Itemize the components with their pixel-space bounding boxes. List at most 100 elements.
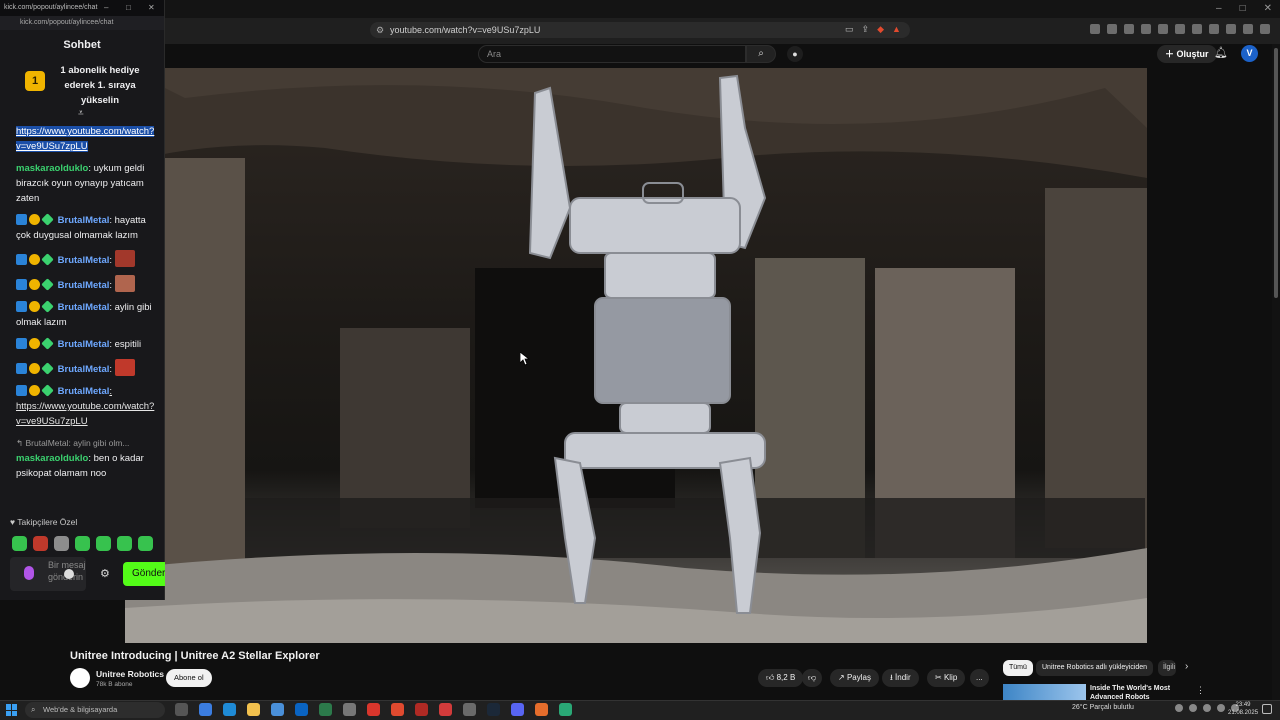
app-icon[interactable] (535, 703, 548, 716)
weather-widget[interactable]: 26°C Parçalı bulutlu (1072, 704, 1134, 711)
chip-related[interactable]: İlgili (1158, 660, 1176, 676)
search-input[interactable]: Ara (478, 45, 746, 63)
share-button[interactable]: ↗ Paylaş (830, 669, 879, 687)
search-button[interactable]: ⌕ (746, 45, 776, 63)
steam-icon[interactable] (487, 703, 500, 716)
opera-icon[interactable] (415, 703, 428, 716)
extension-icon[interactable] (1158, 24, 1168, 34)
snipping-tool-icon[interactable] (343, 703, 356, 716)
chat-message-input[interactable]: Bir mesaj gönderin (10, 557, 86, 591)
send-button[interactable]: Gönder (123, 562, 165, 586)
address-bar[interactable]: ⚙ youtube.com/watch?v=ve9USu7zpLU (370, 22, 910, 38)
more-vert-icon[interactable]: ⋮ (1196, 685, 1205, 696)
maximize-icon[interactable]: □ (1240, 3, 1246, 14)
extension-icon[interactable] (1141, 24, 1151, 34)
like-button[interactable]: 👍︎ 8,2 B (758, 669, 804, 687)
chat-username[interactable]: BrutalMetal (58, 339, 110, 350)
menu-icon[interactable] (1260, 24, 1270, 34)
extension-icon[interactable] (1226, 24, 1236, 34)
close-icon[interactable]: ✕ (148, 0, 155, 16)
minimize-icon[interactable]: – (1216, 3, 1222, 14)
microphone-icon[interactable] (24, 566, 34, 580)
store-icon[interactable] (271, 703, 284, 716)
outlook-icon[interactable] (295, 703, 308, 716)
extension-icon[interactable] (1209, 24, 1219, 34)
emote-button[interactable] (33, 536, 48, 551)
chat-username[interactable]: maskaraolduklo (16, 453, 88, 464)
scrollbar-thumb[interactable] (1274, 48, 1278, 298)
xbox-icon[interactable] (319, 703, 332, 716)
brave-icon-2[interactable] (391, 703, 404, 716)
chat-username[interactable]: BrutalMetal (58, 215, 110, 226)
tray-icon[interactable] (1175, 704, 1183, 712)
chat-username[interactable]: BrutalMetal (58, 386, 110, 397)
file-explorer-icon[interactable] (247, 703, 260, 716)
chat-username[interactable]: BrutalMetal (58, 280, 110, 291)
recommended-thumbnail[interactable] (1003, 684, 1086, 700)
channel-avatar[interactable] (70, 668, 90, 688)
app-icon[interactable] (463, 703, 476, 716)
emote-button[interactable] (117, 536, 132, 551)
task-view-icon[interactable] (175, 703, 188, 716)
reply-context[interactable]: ↰ BrutalMetal: aylin gibi olm... (0, 436, 165, 451)
dislike-button[interactable]: 👎︎ (802, 669, 823, 687)
copilot-icon[interactable] (199, 703, 212, 716)
account-avatar[interactable]: V (1241, 45, 1258, 62)
brave-icon[interactable] (367, 703, 380, 716)
chevron-right-icon[interactable]: › (1185, 661, 1188, 672)
create-button[interactable]: ＋ Oluştur (1157, 45, 1217, 63)
volume-icon[interactable] (1217, 704, 1225, 712)
brave-rewards-icon[interactable]: ▲ (892, 24, 901, 35)
chip-all[interactable]: Tümü (1003, 660, 1033, 676)
discord-icon[interactable] (511, 703, 524, 716)
emote-button[interactable] (54, 536, 69, 551)
extension-icon[interactable] (1124, 24, 1134, 34)
chip-from-uploader[interactable]: Unitree Robotics adlı yükleyiciden (1036, 660, 1154, 676)
minimize-icon[interactable]: – (104, 0, 108, 16)
chat-username[interactable]: BrutalMetal (58, 302, 110, 313)
extension-icon[interactable] (1192, 24, 1202, 34)
notifications-bell-icon[interactable]: 🔔︎ (1214, 46, 1228, 59)
notification-center-icon[interactable] (1262, 704, 1272, 714)
gift-leaderboard-banner[interactable]: 1 1 abonelik hediye ederek 1. sıraya yük… (0, 60, 164, 119)
install-app-icon[interactable]: ▭ (845, 24, 854, 35)
windows-start-icon[interactable] (6, 704, 18, 716)
emote-button[interactable] (12, 536, 27, 551)
emote-button[interactable] (75, 536, 90, 551)
close-icon[interactable]: ✕ (1264, 3, 1272, 14)
taskbar-clock[interactable]: 23:49 21.08.2025 (1228, 701, 1258, 717)
subscribe-button[interactable]: Abone ol (166, 669, 212, 687)
emote-button[interactable] (138, 536, 153, 551)
app-icon[interactable] (559, 703, 572, 716)
clip-button[interactable]: ✂ Klip (927, 669, 966, 687)
emote-button[interactable] (96, 536, 111, 551)
video-player[interactable] (125, 68, 1147, 643)
share-page-icon[interactable]: ⇪ (862, 24, 870, 35)
extension-icon[interactable] (1090, 24, 1100, 34)
message-link[interactable]: https://www.youtube.com/watch?v=ve9USu7z… (16, 126, 155, 152)
more-actions-button[interactable]: ... (970, 669, 989, 687)
maximize-icon[interactable]: □ (126, 0, 131, 16)
tray-icon[interactable] (1189, 704, 1197, 712)
chat-address-bar[interactable]: kick.com/popout/aylincee/chat (0, 16, 164, 30)
chat-username[interactable]: BrutalMetal (58, 255, 110, 266)
download-button[interactable]: ⭳ İndir (882, 669, 919, 687)
tray-icon[interactable] (1203, 704, 1211, 712)
gear-icon[interactable]: ⚙ (100, 567, 110, 580)
edge-icon[interactable] (223, 703, 236, 716)
brave-shields-icon[interactable]: ◆ (877, 24, 884, 35)
taskbar-apps (175, 703, 572, 716)
app-icon[interactable] (439, 703, 452, 716)
chevron-down-icon[interactable]: ⩡ (78, 108, 84, 119)
extension-icon[interactable] (1107, 24, 1117, 34)
extension-icon[interactable] (1243, 24, 1253, 34)
emoji-picker-icon[interactable] (64, 569, 74, 579)
site-info-icon[interactable]: ⚙ (376, 22, 384, 38)
chat-username[interactable]: maskaraolduklo (16, 163, 88, 174)
voice-search-button[interactable]: ● (787, 46, 803, 62)
recommended-title[interactable]: Inside The World's Most Advanced Robots (1090, 684, 1190, 700)
channel-name[interactable]: Unitree Robotics (96, 669, 164, 679)
taskbar-search[interactable]: ⌕ Web'de & bilgisayarda (25, 702, 165, 718)
extension-icon[interactable] (1175, 24, 1185, 34)
chat-username[interactable]: BrutalMetal (58, 364, 110, 375)
